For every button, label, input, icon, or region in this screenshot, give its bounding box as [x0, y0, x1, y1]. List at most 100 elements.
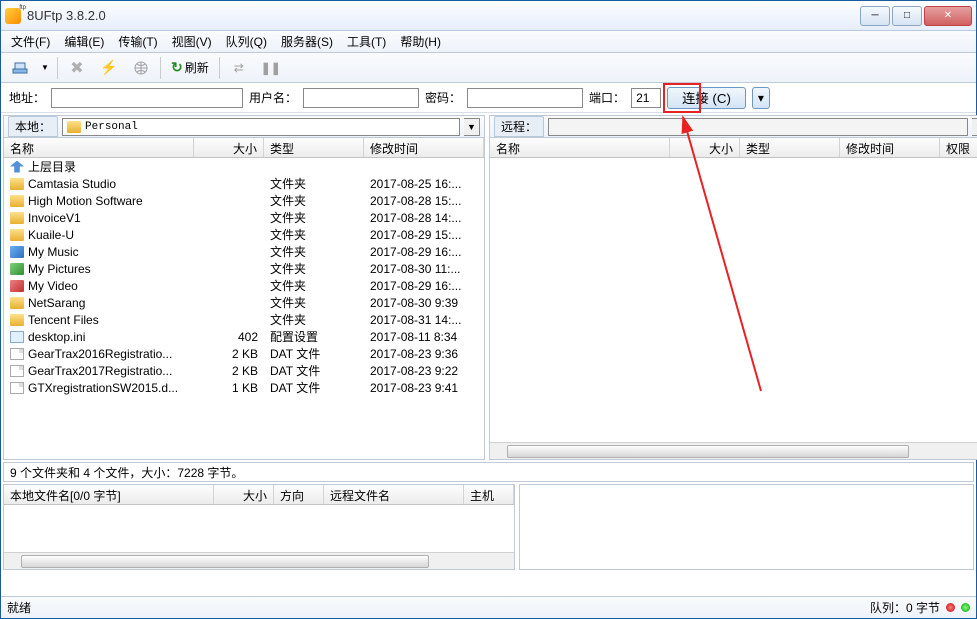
- file-row[interactable]: 上层目录: [4, 158, 484, 175]
- disconnect-icon[interactable]: ✖: [64, 56, 90, 80]
- col-size[interactable]: 大小: [670, 138, 740, 157]
- file-row[interactable]: Kuaile-U文件夹2017-08-29 15:...: [4, 226, 484, 243]
- col-type[interactable]: 类型: [264, 138, 364, 157]
- file-size: 2 KB: [194, 347, 264, 361]
- folder-icon: [10, 229, 24, 241]
- menu-item[interactable]: 帮助(H): [394, 31, 447, 52]
- file-row[interactable]: GearTrax2017Registratio...2 KBDAT 文件2017…: [4, 362, 484, 379]
- local-label: 本地：: [8, 116, 58, 137]
- local-columns: 名称 大小 类型 修改时间: [4, 138, 484, 158]
- ini-icon: [10, 331, 24, 343]
- remote-path-dropdown[interactable]: ▼: [972, 118, 977, 136]
- qcol-host[interactable]: 主机: [464, 485, 514, 504]
- address-input[interactable]: [51, 88, 243, 108]
- transfer-icon[interactable]: ⇄: [226, 56, 252, 80]
- local-file-list[interactable]: 上层目录Camtasia Studio文件夹2017-08-25 16:...H…: [4, 158, 484, 459]
- remote-hscroll[interactable]: [490, 442, 977, 459]
- port-input[interactable]: [631, 88, 661, 108]
- file-icon: [10, 365, 24, 377]
- local-path-field[interactable]: Personal: [62, 118, 460, 136]
- file-name: Kuaile-U: [28, 228, 74, 242]
- summary-strip: 9 个文件夹和 4 个文件，大小：7228 字节。: [3, 462, 974, 482]
- file-row[interactable]: High Motion Software文件夹2017-08-28 15:...: [4, 192, 484, 209]
- col-name[interactable]: 名称: [490, 138, 670, 157]
- file-name: desktop.ini: [28, 330, 85, 344]
- log-body[interactable]: [520, 485, 973, 569]
- qcol-dir[interactable]: 方向: [274, 485, 324, 504]
- menu-item[interactable]: 队列(Q): [220, 31, 273, 52]
- file-row[interactable]: NetSarang文件夹2017-08-30 9:39: [4, 294, 484, 311]
- menu-item[interactable]: 服务器(S): [275, 31, 339, 52]
- file-date: 2017-08-29 16:...: [364, 245, 484, 259]
- maximize-button[interactable]: □: [892, 6, 922, 26]
- file-date: 2017-08-25 16:...: [364, 177, 484, 191]
- file-row[interactable]: Tencent Files文件夹2017-08-31 14:...: [4, 311, 484, 328]
- status-ready: 就绪: [7, 599, 31, 616]
- qcol-size[interactable]: 大小: [214, 485, 274, 504]
- summary-text: 9 个文件夹和 4 个文件，大小：7228 字节。: [10, 464, 243, 481]
- remote-path-field[interactable]: [548, 118, 968, 136]
- refresh-button[interactable]: ↻刷新: [167, 56, 213, 80]
- file-row[interactable]: desktop.ini402配置设置2017-08-11 8:34: [4, 328, 484, 345]
- file-icon: [10, 348, 24, 360]
- col-perm[interactable]: 权限: [940, 138, 977, 157]
- file-name: NetSarang: [28, 296, 85, 310]
- file-date: 2017-08-28 15:...: [364, 194, 484, 208]
- file-type: DAT 文件: [264, 379, 364, 396]
- file-row[interactable]: InvoiceV1文件夹2017-08-28 14:...: [4, 209, 484, 226]
- menu-item[interactable]: 编辑(E): [58, 31, 110, 52]
- username-input[interactable]: [303, 88, 419, 108]
- folder-icon: [10, 314, 24, 326]
- address-label: 地址：: [9, 89, 45, 106]
- menu-item[interactable]: 工具(T): [341, 31, 392, 52]
- password-input[interactable]: [467, 88, 583, 108]
- col-date[interactable]: 修改时间: [840, 138, 940, 157]
- connect-button[interactable]: 连接 (C): [667, 87, 746, 109]
- menu-item[interactable]: 传输(T): [112, 31, 163, 52]
- port-label: 端口：: [589, 89, 625, 106]
- file-date: 2017-08-23 9:22: [364, 364, 484, 378]
- local-path-dropdown[interactable]: ▼: [464, 118, 480, 136]
- connect-dropdown[interactable]: ▾: [752, 87, 770, 109]
- connect-dropdown-icon[interactable]: ▼: [39, 56, 51, 80]
- titlebar: 8UFtp 3.8.2.0 ─ □ ✕: [1, 1, 976, 31]
- col-type[interactable]: 类型: [740, 138, 840, 157]
- col-date[interactable]: 修改时间: [364, 138, 484, 157]
- queue-columns: 本地文件名[0/0 字节] 大小 方向 远程文件名 主机: [4, 485, 514, 505]
- file-size: 2 KB: [194, 364, 264, 378]
- qcol-file[interactable]: 本地文件名[0/0 字节]: [4, 485, 214, 504]
- file-row[interactable]: GearTrax2016Registratio...2 KBDAT 文件2017…: [4, 345, 484, 362]
- menu-item[interactable]: 文件(F): [5, 31, 56, 52]
- file-row[interactable]: My Music文件夹2017-08-29 16:...: [4, 243, 484, 260]
- remote-file-list[interactable]: [490, 158, 977, 442]
- pause-icon[interactable]: ❚❚: [258, 56, 284, 80]
- password-label: 密码：: [425, 89, 461, 106]
- connect-icon[interactable]: [7, 56, 33, 80]
- file-name: InvoiceV1: [28, 211, 81, 225]
- col-name[interactable]: 名称: [4, 138, 194, 157]
- close-button[interactable]: ✕: [924, 6, 972, 26]
- file-date: 2017-08-28 14:...: [364, 211, 484, 225]
- menu-item[interactable]: 视图(V): [166, 31, 218, 52]
- file-name: 上层目录: [28, 158, 76, 175]
- file-name: GearTrax2017Registratio...: [28, 364, 172, 378]
- minimize-button[interactable]: ─: [860, 6, 890, 26]
- queue-body[interactable]: [4, 505, 514, 552]
- quick-connect-icon[interactable]: ⚡: [96, 56, 122, 80]
- username-label: 用户名：: [249, 89, 297, 106]
- file-row[interactable]: GTXregistrationSW2015.d...1 KBDAT 文件2017…: [4, 379, 484, 396]
- qcol-remote[interactable]: 远程文件名: [324, 485, 464, 504]
- globe-icon[interactable]: [128, 56, 154, 80]
- pic-icon: [10, 263, 24, 275]
- queue-hscroll[interactable]: [4, 552, 514, 569]
- led-red-icon: [946, 603, 955, 612]
- app-window: 8UFtp 3.8.2.0 ─ □ ✕ 文件(F)编辑(E)传输(T)视图(V)…: [0, 0, 977, 619]
- folder-icon: [10, 178, 24, 190]
- music-icon: [10, 246, 24, 258]
- file-type: 文件夹: [264, 294, 364, 311]
- file-row[interactable]: My Pictures文件夹2017-08-30 11:...: [4, 260, 484, 277]
- file-date: 2017-08-29 16:...: [364, 279, 484, 293]
- file-row[interactable]: My Video文件夹2017-08-29 16:...: [4, 277, 484, 294]
- col-size[interactable]: 大小: [194, 138, 264, 157]
- file-row[interactable]: Camtasia Studio文件夹2017-08-25 16:...: [4, 175, 484, 192]
